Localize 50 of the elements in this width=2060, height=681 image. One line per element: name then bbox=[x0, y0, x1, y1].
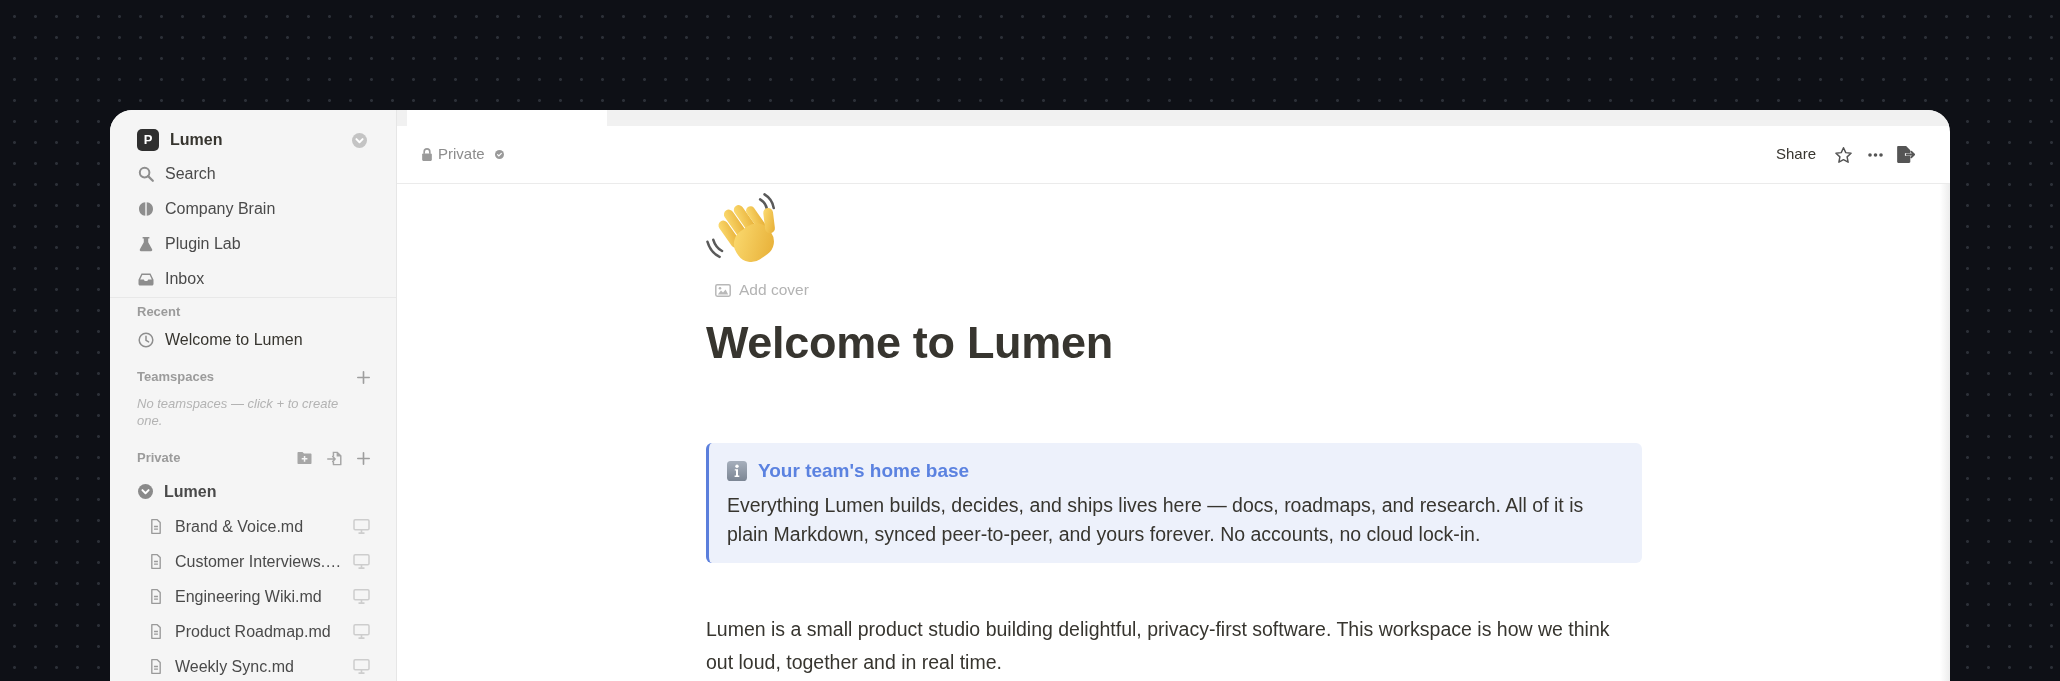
folder-plus-icon[interactable] bbox=[297, 451, 312, 465]
sidebar-page[interactable]: Brand & Voice.md bbox=[150, 514, 304, 539]
section-label: Recent bbox=[137, 303, 181, 322]
sidebar-item[interactable]: Company Brain bbox=[138, 196, 276, 221]
brain-icon bbox=[138, 200, 154, 217]
monitor-icon[interactable] bbox=[353, 659, 370, 674]
sidebar-item[interactable]: Welcome to Lumen bbox=[138, 327, 303, 352]
sidebar-page[interactable]: Customer Interviews.… bbox=[150, 549, 342, 574]
plus-icon[interactable] bbox=[357, 370, 370, 384]
empty-note: No teamspaces — click + to create one. bbox=[136, 395, 340, 429]
sidebar-item[interactable]: Search bbox=[138, 161, 216, 186]
info-icon bbox=[727, 460, 747, 481]
sidebar-page[interactable]: Weekly Sync.md bbox=[150, 654, 294, 679]
lock-icon bbox=[421, 148, 433, 161]
search-icon bbox=[138, 165, 154, 182]
callout-text: Everything Lumen builds, decides, and ships lives here — docs, roadmaps, and research. All of it is plain Markdown, synced peer-to-peer, and yours forever. No accounts, no cloud lock-in. bbox=[727, 492, 1585, 547]
document-icon bbox=[150, 589, 162, 604]
more-icon[interactable] bbox=[1868, 152, 1883, 157]
sidebar-item[interactable]: Plugin Lab bbox=[138, 231, 241, 256]
chevron-down-icon[interactable] bbox=[138, 484, 153, 499]
monitor-icon[interactable] bbox=[353, 624, 370, 639]
monitor-icon[interactable] bbox=[353, 554, 370, 569]
sidebar-page[interactable]: Product Roadmap.md bbox=[150, 619, 331, 644]
document-icon bbox=[150, 519, 162, 534]
clock-icon bbox=[138, 331, 154, 348]
sidebar-page[interactable]: Lumen bbox=[138, 479, 217, 504]
document-icon bbox=[150, 624, 162, 639]
chevron-down-icon[interactable] bbox=[352, 132, 367, 148]
file-import-icon[interactable] bbox=[327, 450, 342, 466]
plus-icon[interactable] bbox=[357, 451, 370, 465]
document-icon bbox=[150, 554, 162, 569]
section-label: Private bbox=[137, 449, 181, 468]
share-button[interactable]: Share bbox=[1775, 143, 1816, 166]
image-icon bbox=[715, 283, 731, 297]
file-export-icon[interactable] bbox=[1897, 146, 1915, 163]
section-label: Teamspaces bbox=[137, 368, 215, 387]
workspace-switcher[interactable]: P Lumen bbox=[137, 128, 223, 152]
check-circle-icon bbox=[494, 150, 504, 159]
monitor-icon[interactable] bbox=[353, 519, 370, 534]
sidebar-page[interactable]: Engineering Wiki.md bbox=[150, 584, 322, 609]
monitor-icon[interactable] bbox=[353, 589, 370, 604]
workspace-avatar: P bbox=[137, 129, 159, 151]
star-icon[interactable] bbox=[1835, 146, 1852, 163]
callout-title: Your team's home base bbox=[758, 458, 970, 483]
document-icon bbox=[150, 659, 162, 674]
flask-icon bbox=[138, 235, 154, 252]
scrollbar-track[interactable] bbox=[1940, 184, 1950, 681]
body-paragraph: Lumen is a small product studio building delightful, privacy-first software. This workspace is how we think out loud, together and in real time. bbox=[706, 616, 1611, 675]
page-title: Welcome to Lumen bbox=[706, 315, 1114, 370]
sidebar-item[interactable]: Inbox bbox=[138, 266, 205, 291]
